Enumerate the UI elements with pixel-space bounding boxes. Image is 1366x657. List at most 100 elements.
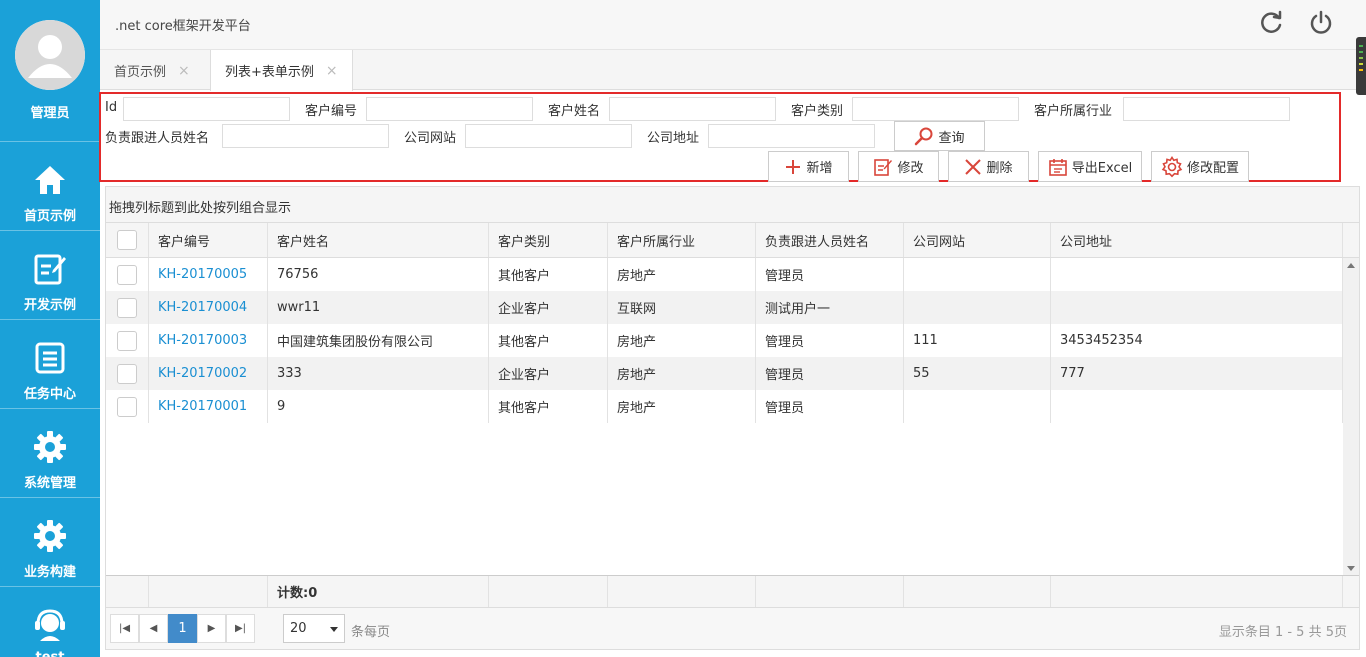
customer-code-label: 客户编号 xyxy=(305,104,358,119)
table-row[interactable]: KH-20170004 wwr11 企业客户 互联网 测试用户一 xyxy=(106,291,1343,324)
website-label: 公司网站 xyxy=(404,131,457,146)
cell-customer-code[interactable]: KH-20170004 xyxy=(149,291,268,324)
address-label: 公司地址 xyxy=(647,131,700,146)
select-all-cell xyxy=(106,223,149,257)
row-select-cell xyxy=(106,390,149,423)
prev-page-icon[interactable]: ◀ xyxy=(139,614,168,643)
sidebar-item-label: 首页示例 xyxy=(23,209,76,224)
user-avatar-icon xyxy=(15,20,85,90)
sidebar-item-test[interactable]: test xyxy=(0,587,100,657)
cell-customer-type: 企业客户 xyxy=(489,357,608,390)
cell-address: 777 xyxy=(1051,357,1343,390)
row-checkbox[interactable] xyxy=(117,330,137,351)
address-input[interactable] xyxy=(708,124,875,148)
customer-code-input[interactable] xyxy=(366,97,533,121)
delete-x-icon xyxy=(965,158,982,175)
row-checkbox[interactable] xyxy=(117,297,137,318)
cell-customer-code[interactable]: KH-20170005 xyxy=(149,258,268,291)
close-icon[interactable]: × xyxy=(326,63,338,79)
cell-customer-name: wwr11 xyxy=(268,291,489,324)
data-grid: 拖拽列标题到此处按列组合显示 客户编号 客户姓名 客户类别 客户所属行业 负责跟… xyxy=(105,186,1360,650)
row-checkbox[interactable] xyxy=(117,363,137,384)
close-icon[interactable]: × xyxy=(178,63,190,79)
scroll-up-arrow-icon[interactable] xyxy=(1347,263,1355,268)
avatar[interactable] xyxy=(15,20,85,90)
query-button-label: 查询 xyxy=(938,130,965,146)
page-number-current[interactable]: 1 xyxy=(168,614,197,643)
column-header-customer-type[interactable]: 客户类别 xyxy=(489,223,608,257)
row-select-cell xyxy=(106,258,149,291)
cell-website: 111 xyxy=(904,324,1051,357)
search-icon xyxy=(915,127,933,146)
customer-industry-input[interactable] xyxy=(1123,97,1290,121)
column-header-customer-name[interactable]: 客户姓名 xyxy=(268,223,489,257)
row-checkbox[interactable] xyxy=(117,396,137,417)
owner-name-input[interactable] xyxy=(222,124,389,148)
table-row[interactable]: KH-20170003 中国建筑集团股份有限公司 其他客户 房地产 管理员 111 3453… xyxy=(106,324,1343,357)
refresh-icon[interactable] xyxy=(1257,9,1285,37)
power-icon[interactable] xyxy=(1307,9,1335,37)
plus-icon xyxy=(786,159,801,174)
website-input[interactable] xyxy=(465,124,632,148)
gear-icon xyxy=(33,429,67,465)
page-scrollbar-thumb[interactable] xyxy=(1356,37,1366,95)
customer-name-label: 客户姓名 xyxy=(548,104,601,119)
tab-list-form-example[interactable]: 列表+表单示例 × xyxy=(210,50,353,91)
add-button[interactable]: 新增 xyxy=(768,151,849,182)
cell-customer-name: 中国建筑集团股份有限公司 xyxy=(268,324,489,357)
table-row[interactable]: KH-20170005 76756 其他客户 房地产 管理员 xyxy=(106,258,1343,291)
group-drop-area[interactable]: 拖拽列标题到此处按列组合显示 xyxy=(106,187,1359,223)
page-size-select[interactable]: 20 xyxy=(283,614,345,643)
edit-icon xyxy=(33,251,67,287)
id-label: Id xyxy=(105,100,118,115)
customer-type-input[interactable] xyxy=(852,97,1019,121)
sidebar-item-system[interactable]: 系统管理 xyxy=(0,409,100,498)
per-page-label: 条每页 xyxy=(351,625,391,640)
select-all-checkbox[interactable] xyxy=(117,230,137,250)
sidebar-item-dev[interactable]: 开发示例 xyxy=(0,231,100,320)
table-row[interactable]: KH-20170001 9 其他客户 房地产 管理员 xyxy=(106,390,1343,423)
cell-owner: 管理员 xyxy=(756,258,904,291)
first-page-icon[interactable]: |◀ xyxy=(110,614,139,643)
task-list-icon xyxy=(34,340,66,376)
table-row[interactable]: KH-20170002 333 企业客户 房地产 管理员 55 777 xyxy=(106,357,1343,390)
next-page-icon[interactable]: ▶ xyxy=(197,614,226,643)
grid-vertical-scrollbar[interactable] xyxy=(1343,258,1359,576)
customer-name-input[interactable] xyxy=(609,97,776,121)
cell-customer-code[interactable]: KH-20170002 xyxy=(149,357,268,390)
cell-industry: 房地产 xyxy=(608,390,756,423)
last-page-icon[interactable]: ▶| xyxy=(226,614,255,643)
cell-website xyxy=(904,258,1051,291)
table-body: KH-20170005 76756 其他客户 房地产 管理员 KH-20170004 wwr… xyxy=(106,258,1343,423)
delete-button[interactable]: 删除 xyxy=(948,151,1029,182)
cell-customer-name: 333 xyxy=(268,357,489,390)
sidebar-item-tasks[interactable]: 任务中心 xyxy=(0,320,100,409)
footer-cell xyxy=(608,576,756,607)
footer-cell xyxy=(489,576,608,607)
row-checkbox[interactable] xyxy=(117,264,137,285)
cell-website xyxy=(904,390,1051,423)
edit-button[interactable]: 修改 xyxy=(858,151,939,182)
column-header-website[interactable]: 公司网站 xyxy=(904,223,1051,257)
tab-home-example[interactable]: 首页示例 × xyxy=(100,50,204,91)
footer-cell xyxy=(106,576,149,607)
sidebar-item-home[interactable]: 首页示例 xyxy=(0,142,100,231)
column-header-owner[interactable]: 负责跟进人员姓名 xyxy=(756,223,904,257)
delete-button-label: 删除 xyxy=(986,161,1013,176)
edit-config-button[interactable]: 修改配置 xyxy=(1151,151,1249,182)
sidebar-item-business[interactable]: 业务构建 xyxy=(0,498,100,587)
sidebar-item-label: 业务构建 xyxy=(23,565,76,580)
column-header-address[interactable]: 公司地址 xyxy=(1051,223,1343,257)
column-header-industry[interactable]: 客户所属行业 xyxy=(608,223,756,257)
scroll-down-arrow-icon[interactable] xyxy=(1347,566,1355,571)
export-calendar-icon xyxy=(1048,158,1067,176)
cell-customer-code[interactable]: KH-20170001 xyxy=(149,390,268,423)
id-input[interactable] xyxy=(123,97,290,121)
export-excel-button[interactable]: 导出Excel xyxy=(1038,151,1142,182)
query-button[interactable]: 查询 xyxy=(894,121,985,151)
footer-count: 计数:0 xyxy=(268,576,489,607)
cell-address xyxy=(1051,291,1343,324)
user-name: 管理员 xyxy=(30,106,70,121)
cell-customer-code[interactable]: KH-20170003 xyxy=(149,324,268,357)
column-header-customer-code[interactable]: 客户编号 xyxy=(149,223,268,257)
